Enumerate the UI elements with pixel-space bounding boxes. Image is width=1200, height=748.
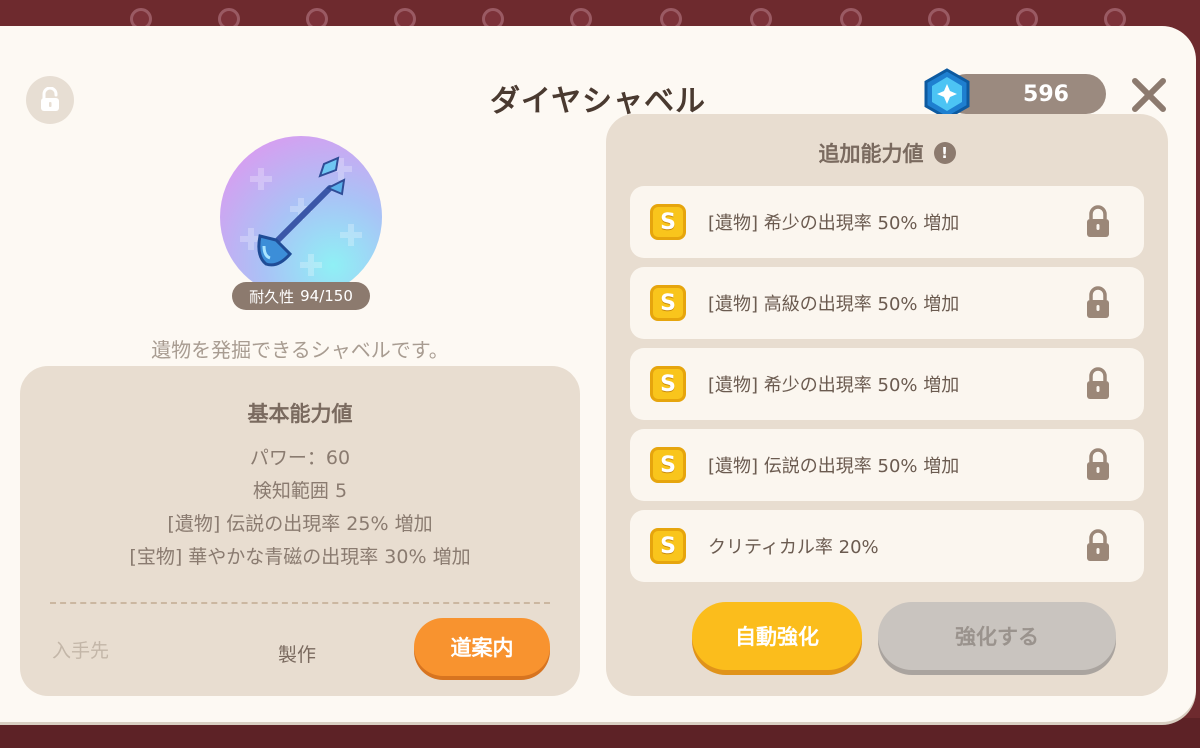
extra-stat-text: [遺物] 伝説の出現率 50% 増加 (708, 456, 960, 477)
enhance-button[interactable]: 強化する (878, 602, 1116, 670)
source-label: 入手先 (52, 640, 110, 662)
grade-s-badge: S (650, 447, 686, 483)
grade-s-badge: S (650, 285, 686, 321)
gem-count: 596 (1023, 81, 1069, 107)
item-image (220, 136, 382, 298)
divider (50, 602, 550, 604)
diamond-shovel-icon (240, 156, 362, 276)
basic-stat-line: パワー：60 (249, 447, 351, 469)
extra-stat-row[interactable]: S [遺物] 高級の出現率 50% 増加 (630, 267, 1144, 339)
extra-stat-row[interactable]: S [遺物] 希少の出現率 50% 増加 (630, 186, 1144, 258)
basic-stats-list: パワー：60 検知範囲 5 [遺物] 伝説の出現率 25% 増加 [宝物] 華や… (20, 442, 580, 574)
extra-stats-title: 追加能力値 (818, 142, 924, 166)
diamond-gem-icon (922, 68, 972, 120)
extra-stats-box: 追加能力値 ! S [遺物] 希少の出現率 50% 増加 S [遺物] 高級の出… (606, 114, 1168, 696)
info-icon[interactable]: ! (933, 142, 956, 164)
durability-value: 94/150 (300, 287, 353, 305)
basic-stats-box: 基本能力値 パワー：60 検知範囲 5 [遺物] 伝説の出現率 25% 増加 [… (20, 366, 580, 696)
extra-stat-text: クリティカル率 20% (708, 537, 879, 558)
extra-stat-row[interactable]: S クリティカル率 20% (630, 510, 1144, 582)
durability-badge: 耐久性 94/150 (232, 282, 370, 310)
grade-s-badge: S (650, 204, 686, 240)
extra-stats-header: 追加能力値 ! (606, 138, 1168, 168)
item-description: 遺物を発掘できるシャベルです。 (151, 338, 449, 362)
close-button[interactable] (1126, 72, 1172, 118)
auto-enhance-button[interactable]: 自動強化 (692, 602, 862, 670)
background-bottom (0, 718, 1200, 748)
guide-button[interactable]: 道案内 (414, 618, 550, 676)
padlock-icon[interactable] (1084, 366, 1112, 402)
extra-stat-text: [遺物] 希少の出現率 50% 増加 (708, 213, 960, 234)
source-value: 製作 (278, 644, 317, 666)
grade-s-badge: S (650, 366, 686, 402)
basic-stat-line: 検知範囲 5 (252, 480, 348, 502)
grade-s-badge: S (650, 528, 686, 564)
padlock-icon[interactable] (1084, 447, 1112, 483)
basic-stats-title: 基本能力値 (247, 402, 353, 426)
extra-stat-row[interactable]: S [遺物] 伝説の出現率 50% 増加 (630, 429, 1144, 501)
durability-label: 耐久性 (249, 287, 295, 306)
basic-stat-line: [遺物] 伝説の出現率 25% 増加 (167, 513, 433, 535)
close-icon (1132, 78, 1166, 112)
basic-stat-line: [宝物] 華やかな青磁の出現率 30% 増加 (129, 546, 471, 568)
item-detail-panel: ダイヤシャベル 596 耐久性 94/150 遺物を発掘できるシャベルです。 基… (0, 26, 1196, 722)
extra-stat-row[interactable]: S [遺物] 希少の出現率 50% 増加 (630, 348, 1144, 420)
padlock-icon[interactable] (1084, 285, 1112, 321)
extra-stat-text: [遺物] 高級の出現率 50% 増加 (708, 294, 960, 315)
extra-stat-text: [遺物] 希少の出現率 50% 増加 (708, 375, 960, 396)
padlock-icon[interactable] (1084, 528, 1112, 564)
padlock-icon[interactable] (1084, 204, 1112, 240)
